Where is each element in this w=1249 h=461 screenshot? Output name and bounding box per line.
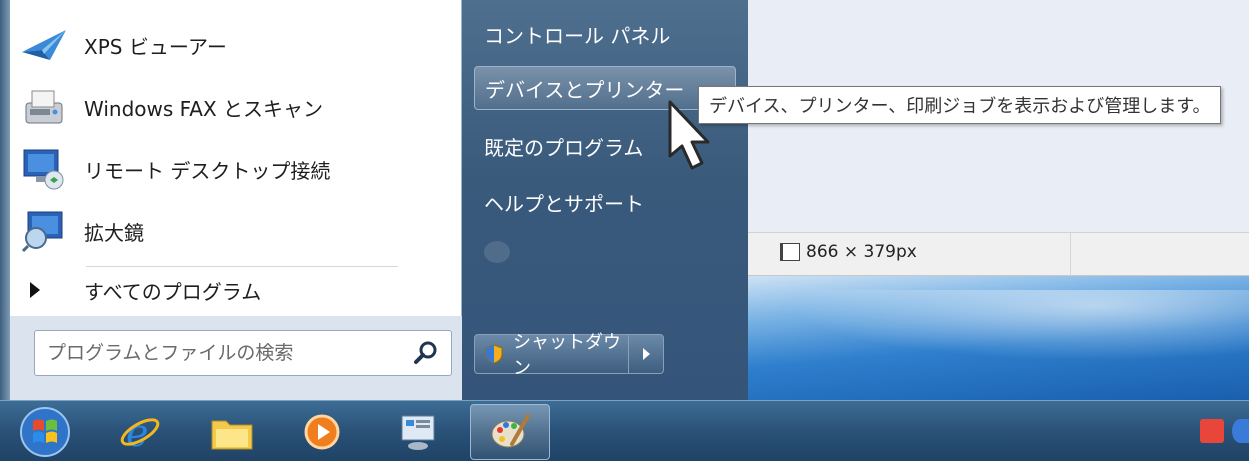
shutdown-options-button[interactable] [629, 335, 663, 373]
search-box[interactable] [34, 330, 452, 376]
canvas-size-indicator: 866 × 379px [780, 242, 917, 262]
taskbar: e [0, 400, 1249, 461]
xps-viewer-icon [18, 22, 70, 68]
shutdown-button[interactable]: シャットダウン [475, 332, 629, 379]
search-input[interactable] [47, 342, 411, 364]
tooltip: デバイス、プリンター、印刷ジョブを表示および管理します。 [698, 86, 1222, 124]
search-icon[interactable] [411, 338, 441, 368]
all-programs-label: すべてのプログラム [84, 279, 262, 304]
help-support-label: ヘルプとサポート [484, 191, 644, 216]
start-orb-icon[interactable] [16, 405, 74, 459]
paint-window: 866 × 379px [740, 0, 1249, 400]
shutdown-label: シャットダウン [513, 332, 621, 379]
help-tray-icon[interactable] [1232, 419, 1249, 443]
program-label: 拡大鏡 [84, 220, 144, 245]
remote-desktop-icon [401, 415, 435, 450]
start-menu-right-pane: コントロール パネル デバイスとプリンター 既定のプログラム ヘルプとサポート … [462, 0, 748, 400]
media-player-icon [304, 414, 340, 450]
shutdown-button-group: シャットダウン [474, 332, 664, 379]
shield-icon [485, 344, 503, 364]
faded-icon [484, 241, 510, 263]
fax-scan-icon [18, 84, 70, 130]
menu-separator [86, 266, 398, 267]
start-menu-frame-edge [0, 0, 10, 400]
paint-status-bar: 866 × 379px [740, 232, 1249, 277]
program-label: XPS ビューアー [84, 34, 227, 59]
taskbar-remote-desktop[interactable] [378, 404, 458, 460]
mouse-cursor-icon [668, 100, 710, 170]
default-programs-label: 既定のプログラム [484, 135, 644, 160]
devices-printers-label: デバイスとプリンター [485, 77, 685, 102]
svg-text:e: e [126, 411, 149, 454]
taskbar-paint[interactable] [470, 404, 550, 460]
program-label: リモート デスクトップ接続 [84, 158, 331, 183]
program-item-xps-viewer[interactable]: XPS ビューアー [18, 18, 448, 72]
triangle-right-icon [30, 282, 40, 298]
status-divider [1070, 233, 1071, 277]
program-item-remote-desktop[interactable]: リモート デスクトップ接続 [18, 142, 448, 196]
canvas-size-text: 866 × 379px [806, 242, 917, 262]
magnifier-icon [18, 208, 70, 254]
tooltip-text: デバイス、プリンター、印刷ジョブを表示および管理します。 [709, 96, 1211, 117]
control-panel-label: コントロール パネル [484, 23, 671, 48]
chevron-right-icon [642, 348, 650, 360]
paint-icon [491, 414, 530, 448]
all-programs-item[interactable]: すべてのプログラム [30, 270, 261, 310]
start-menu-left-pane: XPS ビューアー Windows FAX とスキャン リモート デスクトップ接… [0, 0, 462, 400]
taskbar-file-explorer[interactable] [192, 404, 272, 460]
internet-explorer-icon: e [120, 411, 160, 454]
remote-desktop-icon [18, 146, 70, 192]
control-panel-item[interactable]: コントロール パネル [474, 12, 736, 56]
taskbar-internet-explorer[interactable]: e [100, 404, 180, 460]
taskbar-media-player[interactable] [282, 404, 362, 460]
canvas-size-icon [780, 243, 800, 261]
search-area [10, 316, 462, 400]
file-explorer-icon [211, 420, 253, 450]
program-label: Windows FAX とスキャン [84, 96, 324, 121]
program-item-fax-scan[interactable]: Windows FAX とスキャン [18, 80, 448, 134]
desktop-swoosh [740, 290, 1249, 370]
help-support-item[interactable]: ヘルプとサポート [474, 180, 736, 224]
program-item-magnifier[interactable]: 拡大鏡 [18, 204, 448, 258]
app-tray-icon[interactable] [1200, 419, 1224, 443]
